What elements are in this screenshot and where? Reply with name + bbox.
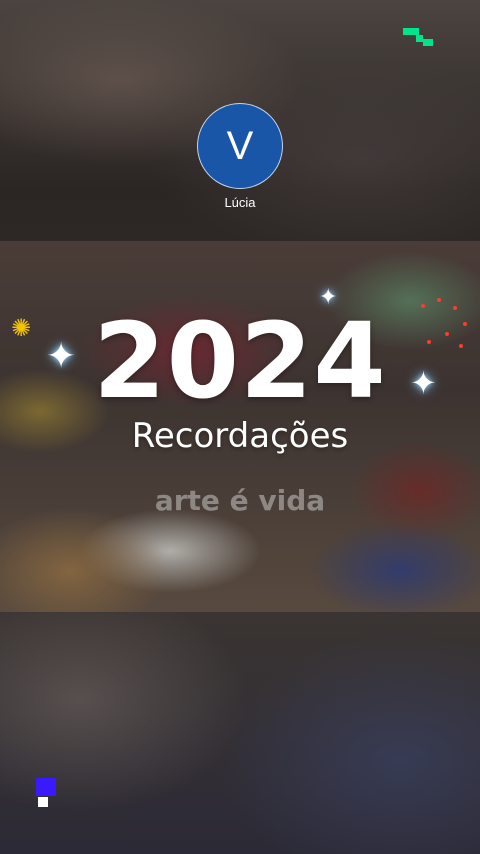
media-frame[interactable]: ✺ ✦ ✦ ✦ 2024 Recordações arte é vida xyxy=(0,241,480,612)
subtitle-text: arte é vida xyxy=(154,484,326,517)
app-logo-top-icon xyxy=(403,28,433,48)
profile-header: V Lúcia xyxy=(0,100,480,220)
app-logo-bottom-icon xyxy=(36,778,58,808)
username-label[interactable]: Lúcia xyxy=(0,195,480,210)
memories-title: Recordações xyxy=(131,416,349,456)
avatar[interactable]: V xyxy=(197,103,283,189)
year-heading: 2024 xyxy=(93,300,387,422)
